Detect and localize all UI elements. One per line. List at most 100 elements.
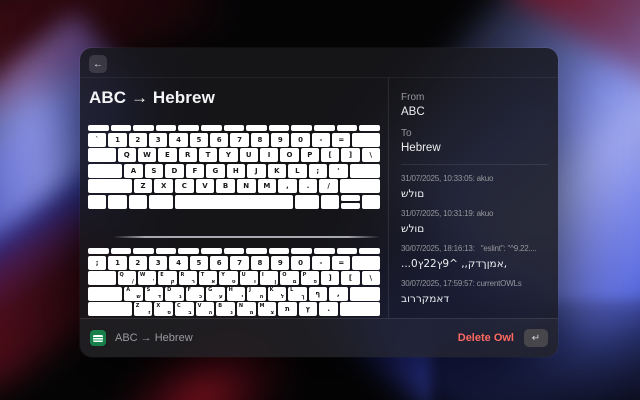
- key-S: Sד: [145, 287, 163, 301]
- return-key-button[interactable]: ↵: [524, 329, 548, 347]
- key-2: 2: [129, 256, 147, 270]
- keyboard-row: [88, 125, 380, 131]
- key-hebrew-label: ם: [293, 279, 297, 285]
- key-Q: Q/: [118, 271, 136, 285]
- key-updown-arrows: [341, 195, 359, 209]
- key-8: 8: [251, 256, 269, 270]
- key-1: 1: [108, 256, 126, 270]
- keyboard-row: ;1234567890-=: [88, 256, 380, 270]
- history-item: 31/07/2025, 10:31:19: akuoשלום: [401, 209, 548, 235]
- key-blank: [246, 248, 267, 254]
- key-latin-label: Y: [221, 272, 225, 278]
- key-blank: [129, 195, 147, 209]
- key-]: ]: [321, 271, 339, 285]
- key-\: \: [362, 271, 380, 285]
- key-label: ]: [349, 151, 352, 159]
- key-label: ]: [329, 274, 332, 282]
- to-value: Hebrew: [401, 142, 548, 154]
- history-result: בוררקמאד: [401, 293, 548, 305]
- key-hebrew-label: /: [132, 279, 134, 285]
- key-blank: [178, 125, 199, 131]
- key-hebrew-label: ל: [281, 294, 284, 300]
- key-blank: [133, 125, 154, 131]
- back-button[interactable]: ←: [89, 55, 107, 73]
- key-label: ;: [316, 167, 319, 175]
- key-label: W: [143, 151, 151, 159]
- key-hebrew-label: פ: [313, 279, 317, 285]
- key-latin-label: X: [156, 303, 160, 309]
- key-blank: [359, 125, 380, 131]
- key-B: Bנ: [216, 302, 235, 316]
- key-latin-label: L: [290, 287, 293, 293]
- key-Z: Z: [134, 179, 153, 193]
- key-latin-label: C: [177, 303, 181, 309]
- key-label: 5: [196, 136, 201, 144]
- key-T: Tא: [199, 271, 217, 285]
- key-hebrew-label: ז: [148, 310, 150, 316]
- keyboard-row: [88, 195, 380, 209]
- key-D: D: [165, 164, 183, 178]
- key-latin-label: P: [303, 272, 307, 278]
- key-P: Pפ: [301, 271, 319, 285]
- key-label: 3: [156, 136, 161, 144]
- app-icon: [90, 330, 106, 346]
- key-label: .: [327, 305, 330, 313]
- key-latin-label: M: [260, 303, 265, 309]
- window-header: ←: [80, 48, 558, 78]
- key-K: Kל: [268, 287, 286, 301]
- key-P: P: [301, 148, 319, 162]
- keyboard-abc: `1234567890-=QWERTYUIOP[]\ASDFGHJKL;'ZXC…: [88, 125, 380, 209]
- key-A: A: [124, 164, 142, 178]
- key-blank: [88, 125, 109, 131]
- keyboard-row: ASDFGHJKL;': [88, 164, 380, 178]
- key-blank: [340, 179, 380, 193]
- key-blank: [111, 125, 132, 131]
- key-E: E: [158, 148, 176, 162]
- key-label: 0: [298, 136, 303, 144]
- key-blank: [291, 248, 312, 254]
- key-.: .: [299, 179, 318, 193]
- key-label: 9: [278, 259, 283, 267]
- key-blank: [88, 248, 109, 254]
- key-`: `: [88, 133, 106, 147]
- keyboard-row: ZזXסCבVהBנNמMצתץ.: [88, 302, 380, 316]
- key-hebrew-label: ': [153, 279, 155, 285]
- key-label: A: [131, 167, 136, 175]
- key-blank: [269, 248, 290, 254]
- history-timestamp: 31/07/2025, 10:33:05: akuo: [401, 174, 548, 183]
- key-blank: [156, 125, 177, 131]
- key-E: Eק: [158, 271, 176, 285]
- key-latin-label: V: [198, 303, 202, 309]
- key-label: ף: [315, 290, 320, 298]
- history-result: שלום: [401, 188, 548, 200]
- key-blank: [224, 125, 245, 131]
- key-blank: [201, 125, 222, 131]
- key-N: N: [237, 179, 256, 193]
- key-L: L: [288, 164, 306, 178]
- key-O: Oם: [280, 271, 298, 285]
- key-latin-label: K: [270, 287, 274, 293]
- key-S: S: [145, 164, 163, 178]
- key-label: 1: [115, 259, 120, 267]
- key-label: 7: [237, 259, 242, 267]
- key-D: Dג: [165, 287, 183, 301]
- key-,: ,: [278, 179, 297, 193]
- key-G: G: [206, 164, 224, 178]
- key-[: [: [321, 148, 339, 162]
- key-blank: [337, 125, 358, 131]
- key-blank: [295, 195, 319, 209]
- key-W: W': [138, 271, 156, 285]
- key-blank: [88, 164, 122, 178]
- key-4: 4: [169, 256, 187, 270]
- key-label: \: [370, 151, 373, 159]
- delete-owl-button[interactable]: Delete Owl: [458, 332, 514, 344]
- app-window: ← ABC → Hebrew `1234567890-=QWERTYUIOP[]…: [80, 48, 558, 357]
- key-label: Y: [226, 151, 231, 159]
- key-blank: [88, 148, 116, 162]
- key-blank: [175, 195, 293, 209]
- key-blank: [352, 256, 380, 270]
- key-/: /: [319, 179, 338, 193]
- keyboard-row: Q/W'EקRרTאYטUוIןOםPפ][\: [88, 271, 380, 285]
- key-Y: Y: [219, 148, 237, 162]
- key-label: D: [171, 167, 177, 175]
